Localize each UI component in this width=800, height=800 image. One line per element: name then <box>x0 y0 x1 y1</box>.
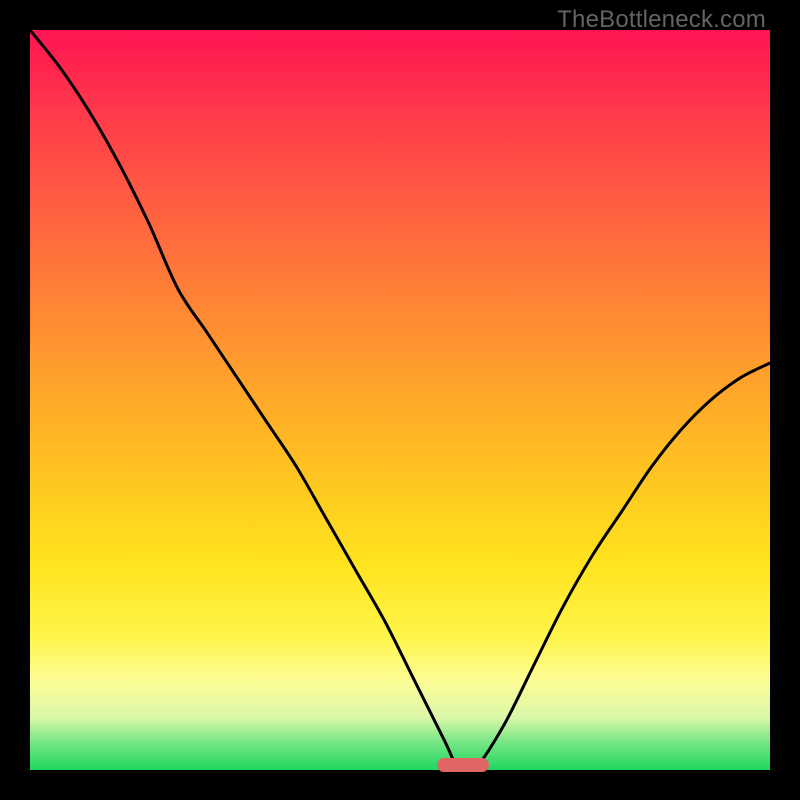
bottleneck-curve <box>30 30 770 770</box>
chart-frame: TheBottleneck.com <box>0 0 800 800</box>
plot-area <box>30 30 770 770</box>
optimal-range-marker <box>437 758 489 772</box>
